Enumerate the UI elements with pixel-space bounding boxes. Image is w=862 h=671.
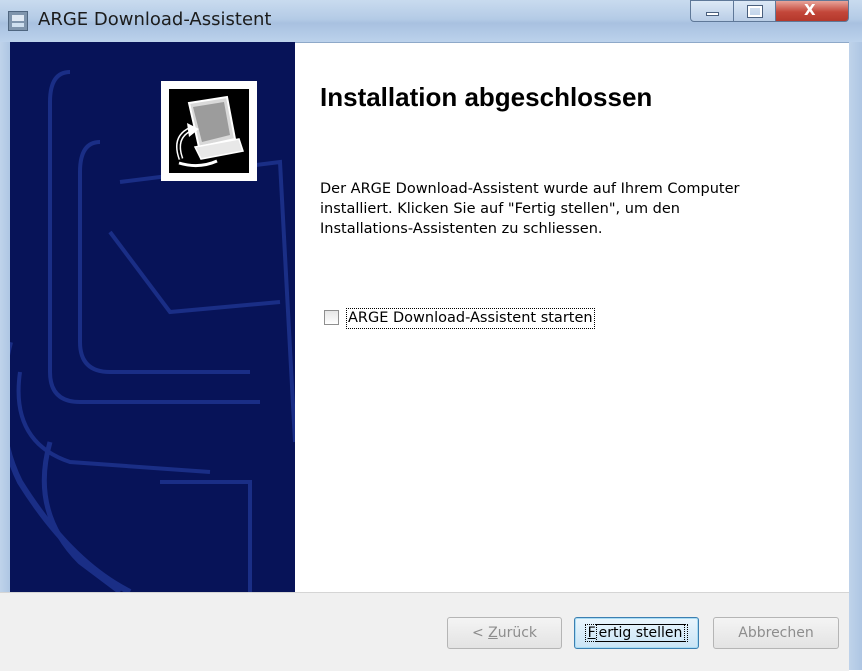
description-line: Installations-Assistenten zu schliessen. — [320, 221, 603, 237]
maximize-icon — [747, 5, 763, 18]
maximize-button[interactable] — [733, 0, 776, 22]
window-frame-left — [0, 42, 10, 592]
finish-button[interactable]: Fertig stellen — [574, 617, 699, 649]
installer-app-icon[interactable] — [8, 11, 28, 31]
description-line: installiert. Klicken Sie auf "Fertig ste… — [320, 201, 680, 217]
title-bar[interactable]: ARGE Download-Assistent X — [0, 0, 862, 43]
computer-install-icon — [161, 81, 257, 181]
window-title: ARGE Download-Assistent — [38, 9, 272, 30]
minimize-icon — [706, 12, 719, 16]
finish-button-label: Fertig stellen — [584, 624, 689, 642]
logo-background — [169, 89, 249, 173]
logo-graphic — [176, 95, 244, 168]
cancel-button-label: Abbrechen — [738, 625, 814, 641]
back-button-label: < Zurück — [471, 625, 538, 641]
description-line: Der ARGE Download-Assistent wurde auf Ih… — [320, 181, 740, 197]
close-button[interactable]: X — [775, 0, 849, 22]
page-title: Installation abgeschlossen — [320, 82, 653, 112]
cancel-button[interactable]: Abbrechen — [713, 617, 839, 649]
back-button[interactable]: < Zurück — [447, 617, 562, 649]
launch-checkbox-label[interactable]: ARGE Download-Assistent starten — [346, 308, 595, 329]
window-frame-right — [849, 42, 862, 670]
minimize-button[interactable] — [690, 0, 734, 22]
launch-checkbox[interactable] — [324, 310, 339, 325]
description-text: Der ARGE Download-Assistent wurde auf Ih… — [320, 179, 820, 239]
close-icon: X — [804, 1, 816, 19]
